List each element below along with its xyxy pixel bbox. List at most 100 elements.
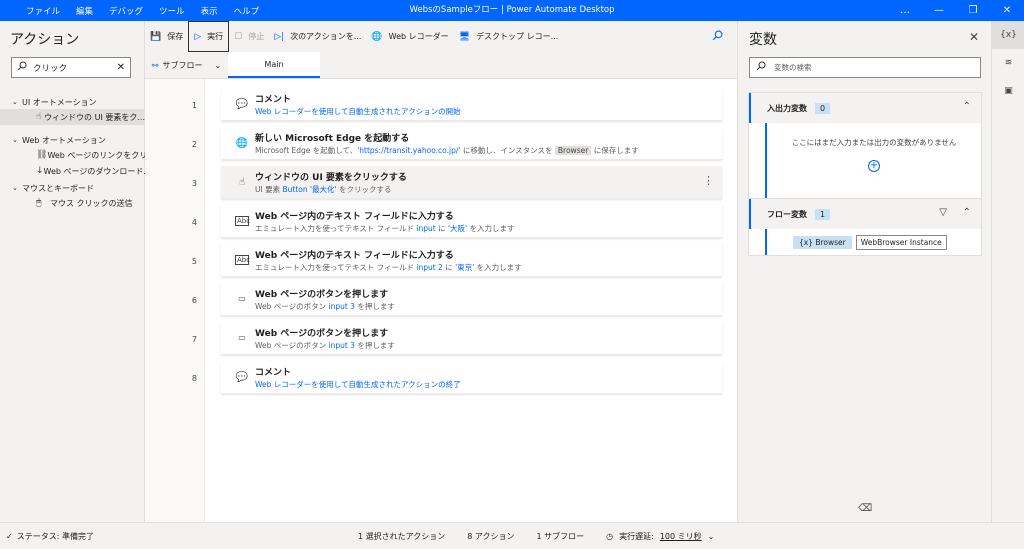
actions-tree: ⌄ UI オートメーション ☝ ウィンドウの UI 要素をク... ⌄ Web オート…	[0, 95, 145, 211]
actions-search-input[interactable]: クリック	[27, 62, 117, 74]
menu-file[interactable]: ファイル	[18, 5, 68, 17]
mouse-icon: 🖱	[36, 198, 42, 208]
button-icon: ▭	[238, 294, 246, 303]
actions-search[interactable]: クリック ✕	[11, 57, 131, 78]
flow-variables-section: フロー変数 1 ▽ ⌃ {x} Browser WebBrowser Insta…	[748, 198, 982, 256]
action-title: ウィンドウの UI 要素をクリックする	[255, 173, 407, 183]
io-variables-header[interactable]: 入出力変数 0 ⌃	[749, 93, 981, 123]
action-title: Web ページ内のテキスト フィールドに入力する	[255, 251, 454, 261]
action-description: Web レコーダーを使用して自動生成されたアクションの開始	[255, 107, 461, 116]
group-mouse-keyboard[interactable]: ⌄ マウスとキーボード	[0, 181, 145, 195]
menu-view[interactable]: 表示	[193, 5, 226, 17]
chevron-down-icon: ⌄	[12, 136, 18, 144]
action-card[interactable]: 💬 コメント Web レコーダーを使用して自動生成されたアクションの終了	[221, 361, 722, 394]
play-icon: ▷	[194, 31, 202, 42]
action-card[interactable]: ▭ Web ページのボタンを押します Web ページのボタン input 3 を…	[221, 283, 722, 316]
button-icon: ▭	[238, 333, 246, 342]
subflow-count: 1 サブフロー	[536, 532, 585, 541]
group-web-automation[interactable]: ⌄ Web オートメーション	[0, 133, 145, 147]
clock-icon: ◷	[606, 532, 614, 541]
chevron-up-icon[interactable]: ⌃	[963, 101, 971, 112]
web-recorder-button[interactable]: 🌐 Web レコーダー	[366, 21, 453, 52]
count-badge: 0	[815, 102, 831, 114]
search-icon[interactable]	[712, 30, 723, 44]
variables-search[interactable]: 変数の検索	[749, 57, 981, 78]
action-description: Microsoft Edge を起動して、'https://transit.ya…	[255, 146, 639, 155]
menu-help[interactable]: ヘルプ	[226, 5, 268, 17]
group-ui-automation[interactable]: ⌄ UI オートメーション	[0, 95, 145, 109]
add-icon[interactable]: +	[868, 160, 880, 172]
action-card[interactable]: 💬 コメント Web レコーダーを使用して自動生成されたアクションの開始	[221, 88, 722, 121]
stop-button[interactable]: ☐ 停止	[229, 21, 269, 52]
flow-row: 2 🌐 新しい Microsoft Edge を起動する Microsoft E…	[145, 127, 737, 161]
link-icon: ⛓	[36, 150, 48, 160]
chevron-up-icon[interactable]: ⌃	[963, 207, 971, 218]
variable-chip-browser[interactable]: {x} Browser	[793, 235, 852, 249]
chevron-down-icon[interactable]: ⌄	[708, 532, 715, 541]
action-click-download[interactable]: ↓ Web ページのダウンロード...	[0, 163, 145, 179]
subflow-icon: ⚯	[151, 60, 159, 70]
status-state: ✓ ステータス: 準備完了	[6, 532, 94, 541]
variable-tooltip: WebBrowser Instance	[855, 234, 947, 250]
action-title: コメント	[255, 95, 292, 105]
action-send-mouse-click[interactable]: 🖱 マウス クリックの送信	[0, 195, 145, 211]
action-card[interactable]: Abc Web ページ内のテキスト フィールドに入力する エミュレート入力を使っ…	[221, 205, 722, 238]
action-description: Web ページのボタン input 3 を押します	[255, 302, 395, 311]
flow-variables-header[interactable]: フロー変数 1 ▽ ⌃	[749, 199, 981, 229]
close-icon[interactable]: ✕	[969, 30, 979, 44]
flow-canvas: 1 💬 コメント Web レコーダーを使用して自動生成されたアクションの開始 2…	[145, 79, 737, 522]
subflow-dropdown[interactable]: ⚯ サブフロー ⌄	[145, 52, 228, 78]
click-icon: ☝	[238, 177, 246, 188]
step-number: 2	[191, 140, 197, 149]
action-click-ui-element[interactable]: ☝ ウィンドウの UI 要素をク...	[0, 109, 145, 125]
step-number: 3	[191, 179, 197, 188]
filter-icon[interactable]: ▽	[939, 207, 947, 218]
maximize-icon[interactable]: ❐	[956, 0, 990, 21]
flow-toolbar: 💾 保存 ▷ 実行 ☐ 停止 ▷| 次のアクションを... 🌐 Web レコーダー 🖥 デス…	[145, 21, 737, 52]
save-button[interactable]: 💾 保存	[145, 21, 188, 52]
menu-tools[interactable]: ツール	[151, 5, 193, 17]
action-card[interactable]: Abc Web ページ内のテキスト フィールドに入力する エミュレート入力を使っ…	[221, 244, 722, 277]
clear-icon[interactable]: ✕	[117, 62, 125, 73]
tab-main[interactable]: Main	[228, 52, 320, 78]
action-card[interactable]: ▭ Web ページのボタンを押します Web ページのボタン input 3 を…	[221, 322, 722, 355]
search-icon	[17, 61, 27, 74]
comment-icon: 💬	[235, 99, 249, 110]
run-next-action-button[interactable]: ▷| 次のアクションを...	[269, 21, 366, 52]
variables-panel: 変数 ✕ 変数の検索 入出力変数 0 ⌃ ここにはまだ入力または出力の変数があり…	[737, 21, 991, 522]
title-bar: ファイル 編集 デバッグ ツール 表示 ヘルプ WebsのSampleフロー |…	[0, 0, 1024, 21]
count-badge: 1	[815, 208, 831, 220]
flow-row: 3 ☝ ウィンドウの UI 要素をクリックする UI 要素 Button '最大…	[145, 166, 737, 200]
action-description: エミュレート入力を使ってテキスト フィールド input に '大阪' を入力し…	[255, 224, 515, 233]
comment-icon: 💬	[235, 372, 249, 383]
run-button[interactable]: ▷ 実行	[188, 21, 230, 52]
run-delay-value[interactable]: 100 ミリ秒	[660, 531, 702, 542]
action-card[interactable]: 🌐 新しい Microsoft Edge を起動する Microsoft Edg…	[221, 127, 722, 160]
more-icon[interactable]: …	[888, 0, 922, 21]
flow-row: 6 ▭ Web ページのボタンを押します Web ページのボタン input 3…	[145, 283, 737, 317]
eraser-icon[interactable]: ⌫	[858, 503, 872, 514]
image-icon[interactable]: ▣	[992, 77, 1024, 105]
textfield-icon: Abc	[235, 216, 251, 226]
monitor-icon: 🖥	[458, 31, 471, 42]
action-title: Web ページのボタンを押します	[255, 290, 389, 300]
variables-search-input[interactable]: 変数の検索	[766, 62, 812, 73]
close-icon[interactable]: ✕	[990, 0, 1024, 21]
textfield-icon: Abc	[235, 255, 251, 265]
download-icon: ↓	[36, 166, 44, 176]
window-controls: … — ❐ ✕	[888, 0, 1024, 21]
desktop-recorder-button[interactable]: 🖥 デスクトップ レコー...	[454, 21, 564, 52]
side-strip: {x} ≋ ▣	[991, 21, 1024, 522]
action-card[interactable]: ☝ ウィンドウの UI 要素をクリックする UI 要素 Button '最大化'…	[221, 166, 722, 199]
minimize-icon[interactable]: —	[922, 0, 956, 21]
more-options-icon[interactable]: ⋮	[703, 174, 714, 187]
variables-icon[interactable]: {x}	[992, 21, 1024, 49]
action-count: 8 アクション	[467, 532, 515, 541]
menu-debug[interactable]: デバッグ	[101, 5, 151, 17]
subflow-bar: ⚯ サブフロー ⌄ Main	[145, 52, 737, 79]
stop-icon: ☐	[234, 31, 243, 42]
action-click-link[interactable]: ⛓ Web ページのリンクをクリ...	[0, 147, 145, 163]
layers-icon[interactable]: ≋	[992, 49, 1024, 77]
menu-edit[interactable]: 編集	[68, 5, 101, 17]
flow-row: 1 💬 コメント Web レコーダーを使用して自動生成されたアクションの開始	[145, 88, 737, 122]
